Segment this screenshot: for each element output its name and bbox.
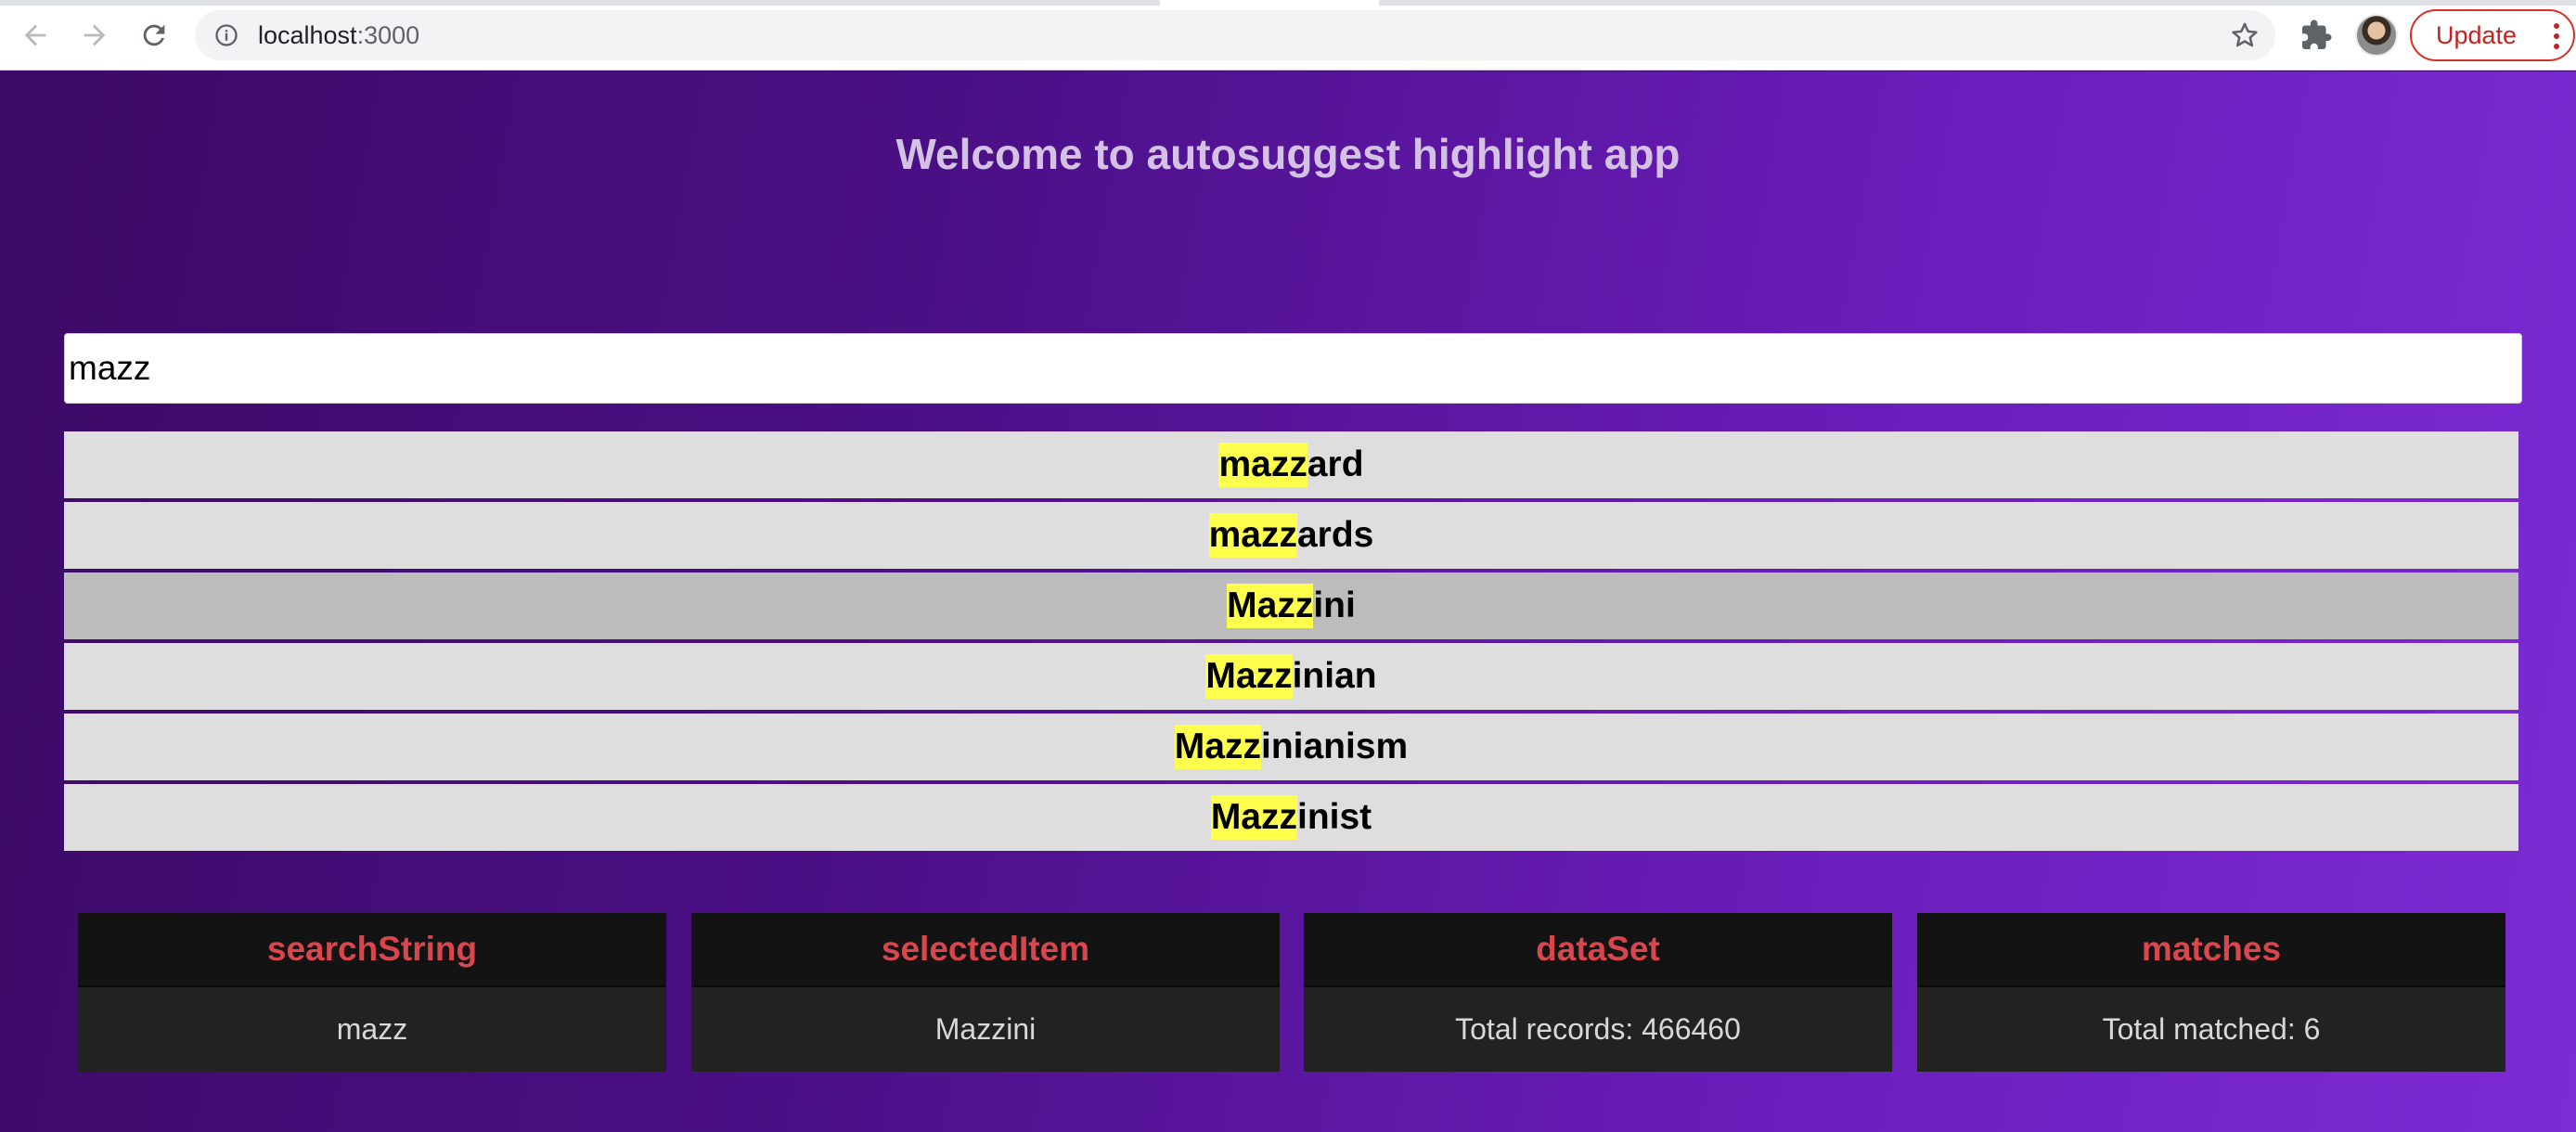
suggestion-rest-text: inianism xyxy=(1260,727,1409,766)
active-tab[interactable] xyxy=(1160,0,1379,6)
suggestion-rest-text: ini xyxy=(1313,585,1356,625)
suggestion-rest-text: ard xyxy=(1307,444,1364,484)
suggestion-item[interactable]: Mazz inian xyxy=(64,643,2518,710)
stat-card-value: Total matched: 6 xyxy=(2102,1012,2321,1046)
star-icon[interactable] xyxy=(2229,19,2260,51)
search-input[interactable] xyxy=(64,333,2522,404)
suggestion-item[interactable]: Mazz ini xyxy=(64,572,2518,639)
profile-avatar[interactable] xyxy=(2355,14,2398,57)
info-icon[interactable] xyxy=(213,22,239,48)
stat-card-searchString: searchString mazz xyxy=(78,913,666,1072)
suggestion-list: mazz ard mazz ards Mazz ini Mazz inian Mazz inian… xyxy=(64,431,2518,855)
stat-card-dataSet: dataSet Total records: 466460 xyxy=(1304,913,1892,1072)
address-bar[interactable]: localhost:3000 xyxy=(195,10,2275,60)
suggestion-item[interactable]: mazz ards xyxy=(64,502,2518,569)
suggestion-rest-text: ards xyxy=(1296,515,1374,555)
tab-strip xyxy=(0,0,2576,6)
update-button[interactable]: Update xyxy=(2410,9,2575,61)
suggestion-match-highlight: Mazz xyxy=(1227,584,1314,628)
app-page: Welcome to autosuggest highlight app maz… xyxy=(0,71,2576,1132)
suggestion-rest-text: inist xyxy=(1297,797,1372,837)
extension-puzzle-icon[interactable] xyxy=(2299,19,2333,52)
reload-icon xyxy=(143,24,165,46)
reload-button[interactable] xyxy=(132,13,176,58)
url-host: localhost xyxy=(258,21,357,49)
stat-card-title: matches xyxy=(1917,913,2505,987)
url-text[interactable]: localhost:3000 xyxy=(258,21,419,49)
more-vert-icon xyxy=(2554,23,2559,49)
stat-card-selectedItem: selectedItem Mazzini xyxy=(691,913,1280,1072)
suggestion-item[interactable]: mazz ard xyxy=(64,431,2518,498)
stat-card-title: searchString xyxy=(78,913,666,987)
suggestion-match-highlight: Mazz xyxy=(1210,795,1297,840)
forward-button[interactable] xyxy=(72,13,117,58)
update-label: Update xyxy=(2436,21,2518,49)
back-arrow-icon xyxy=(24,24,46,46)
stat-card-matches: matches Total matched: 6 xyxy=(1917,913,2505,1072)
suggestion-match-highlight: mazz xyxy=(1208,513,1297,558)
page-title: Welcome to autosuggest highlight app xyxy=(895,130,1681,178)
url-port: :3000 xyxy=(356,21,420,49)
suggestion-match-highlight: mazz xyxy=(1218,443,1307,487)
stat-card-title: dataSet xyxy=(1304,913,1892,987)
stats-cards: searchString mazz selectedItem Mazzini dataS… xyxy=(78,913,2507,1072)
stat-card-value: Mazzini xyxy=(934,1012,1037,1046)
suggestion-rest-text: inian xyxy=(1292,656,1377,696)
suggestion-item[interactable]: Mazz inianism xyxy=(64,714,2518,780)
back-button[interactable] xyxy=(13,13,58,58)
suggestion-match-highlight: Mazz xyxy=(1174,725,1261,769)
stat-card-value: Total records: 466460 xyxy=(1455,1012,1741,1046)
browser-toolbar: localhost:3000 Update xyxy=(0,0,2576,71)
stat-card-value: mazz xyxy=(336,1012,408,1046)
suggestion-match-highlight: Mazz xyxy=(1205,654,1293,699)
forward-arrow-icon xyxy=(84,24,106,46)
suggestion-item[interactable]: Mazz inist xyxy=(64,784,2518,851)
stat-card-title: selectedItem xyxy=(691,913,1280,987)
